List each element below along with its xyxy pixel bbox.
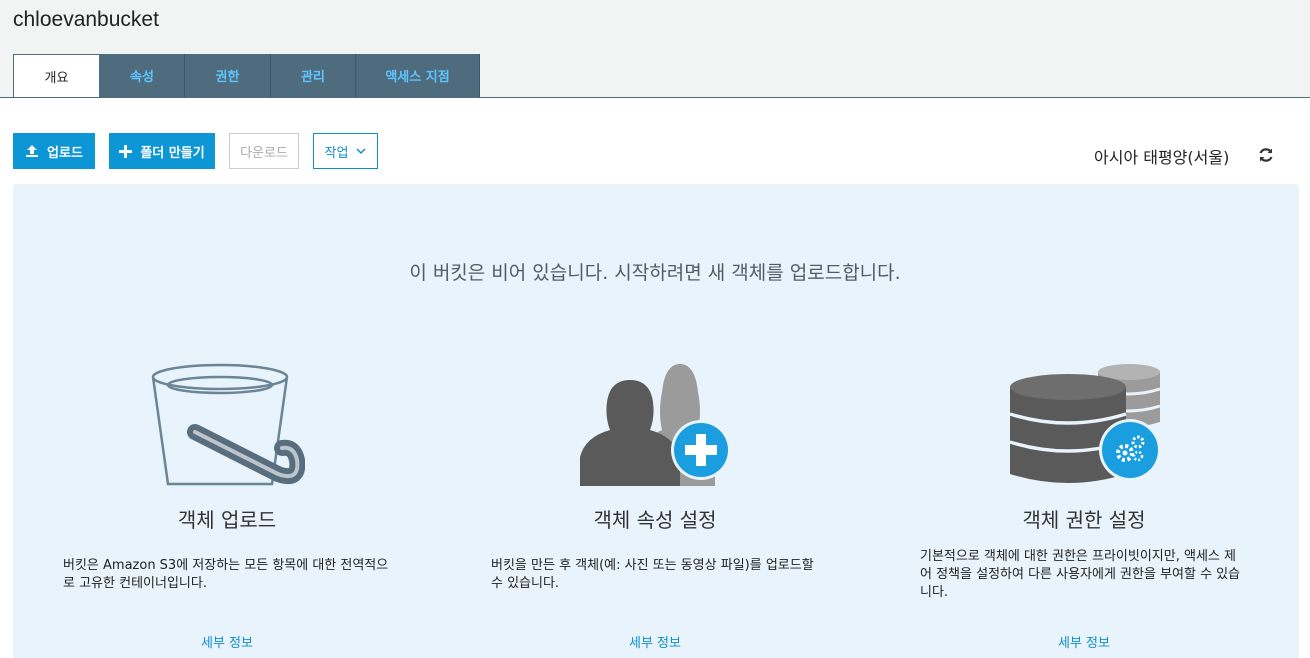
create-folder-button[interactable]: 폴더 만들기	[109, 133, 215, 169]
upload-icon	[25, 144, 39, 158]
card-upload-title: 객체 업로드	[177, 508, 277, 532]
card-permissions-title: 객체 권한 설정	[1022, 508, 1146, 532]
chevron-down-icon	[356, 148, 366, 154]
card-upload-description: 버킷은 Amazon S3에 저장하는 모든 항목에 대한 전역적으 로 고유한…	[63, 557, 403, 593]
card-permissions-description: 기본적으로 객체에 대한 권한은 프라이빗이지만, 액세스 제 어 정책을 설정…	[920, 548, 1260, 602]
tab-properties[interactable]: 속성	[100, 54, 185, 97]
tab-divider	[0, 97, 1310, 98]
tab-access-points[interactable]: 액세스 지점	[356, 54, 480, 97]
card-permissions-desc-line3: 니다.	[920, 585, 949, 600]
region-label: 아시아 태평양(서울)	[1094, 148, 1230, 167]
actions-dropdown[interactable]: 작업	[313, 133, 378, 169]
upload-label: 업로드	[47, 145, 83, 161]
actions-label: 작업	[324, 145, 349, 161]
tab-overview[interactable]: 개요	[13, 54, 100, 98]
card-properties-desc-line1: 버킷을 만든 후 객체(예: 사진 또는 동영상 파일)를 업로드할	[491, 558, 814, 573]
card-upload-details-link[interactable]: 세부 정보	[167, 632, 287, 651]
bucket-icon	[150, 362, 306, 491]
card-properties-title: 객체 속성 설정	[593, 508, 717, 532]
card-properties-desc-line2: 수 있습니다.	[491, 576, 560, 591]
card-properties-details-link[interactable]: 세부 정보	[595, 632, 715, 651]
card-permissions-details-link[interactable]: 세부 정보	[1024, 632, 1144, 651]
card-upload-desc-line2: 로 고유한 컨테이너입니다.	[63, 576, 207, 591]
card-permissions-desc-line1: 기본적으로 객체에 대한 권한은 프라이빗이지만, 액세스 제	[920, 549, 1236, 564]
empty-bucket-message: 이 버킷은 비어 있습니다. 시작하려면 새 객체를 업로드합니다.	[409, 262, 901, 284]
tab-bar: 개요 속성 권한 관리 액세스 지점	[13, 54, 480, 98]
card-properties-description: 버킷을 만든 후 객체(예: 사진 또는 동영상 파일)를 업로드할 수 있습니…	[491, 557, 831, 593]
database-settings-icon	[1008, 362, 1163, 491]
card-permissions-desc-line2: 어 정책을 설정하여 다른 사용자에게 권한을 부여할 수 있습	[920, 567, 1241, 582]
users-add-icon	[580, 362, 735, 491]
upload-button[interactable]: 업로드	[13, 133, 95, 169]
tab-management[interactable]: 관리	[271, 54, 356, 97]
tab-permissions[interactable]: 권한	[185, 54, 271, 97]
card-upload-desc-line1: 버킷은 Amazon S3에 저장하는 모든 항목에 대한 전역적으	[63, 558, 389, 573]
create-folder-label: 폴더 만들기	[140, 145, 205, 161]
plus-icon	[119, 144, 133, 158]
bucket-name: chloevanbucket	[13, 8, 159, 31]
refresh-icon[interactable]	[1257, 146, 1275, 164]
download-button[interactable]: 다운로드	[229, 133, 299, 169]
